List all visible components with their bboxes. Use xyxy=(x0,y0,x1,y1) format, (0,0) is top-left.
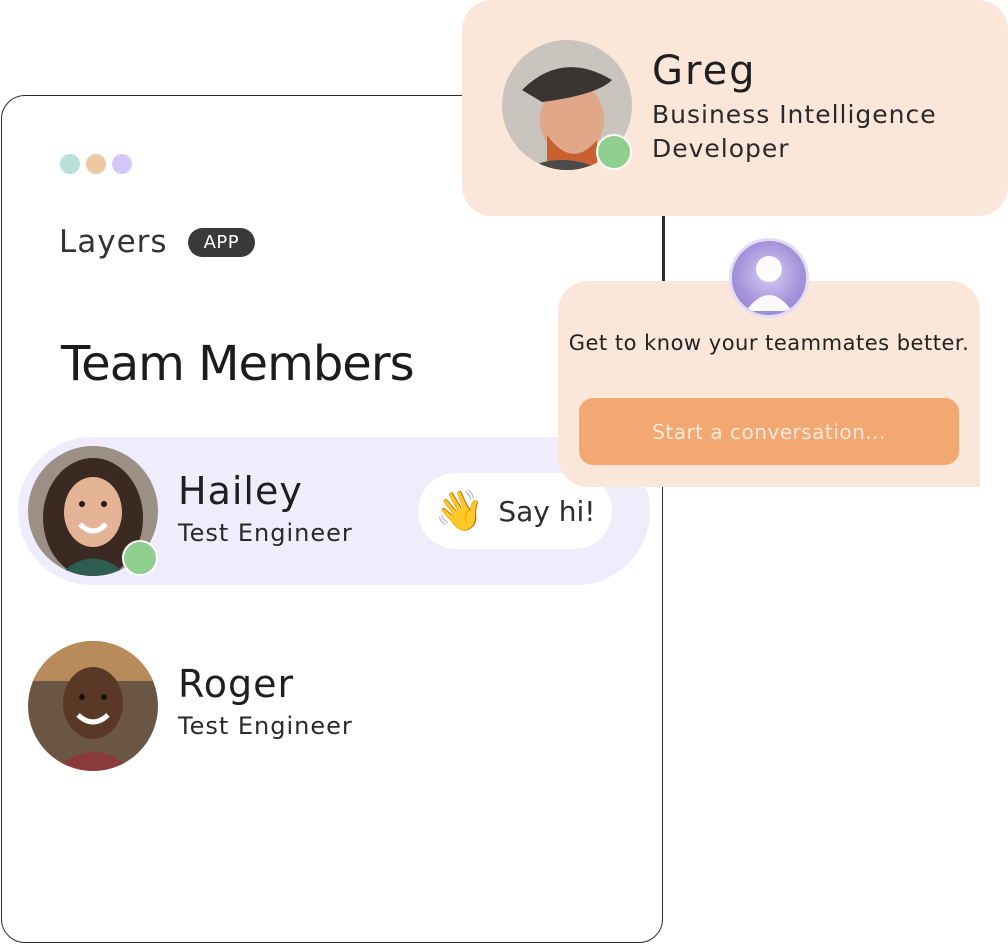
member-info: Hailey Test Engineer xyxy=(178,469,353,547)
person-placeholder-icon xyxy=(729,238,809,318)
online-status-indicator xyxy=(122,540,158,576)
waving-hand-icon: 👋 xyxy=(434,488,485,534)
profile-name: Greg xyxy=(652,48,757,94)
member-row-hailey[interactable]: Hailey Test Engineer 👋 Say hi! xyxy=(18,437,650,585)
brand-name: Layers xyxy=(59,224,168,260)
member-name: Roger xyxy=(178,662,295,706)
window-dot-teal[interactable] xyxy=(60,154,80,174)
profile-card-greg[interactable]: Greg Business Intelligence Developer xyxy=(462,0,1008,216)
avatar-photo xyxy=(28,641,158,771)
start-conversation-input[interactable] xyxy=(579,398,959,465)
online-status-indicator xyxy=(596,134,632,170)
say-hi-label: Say hi! xyxy=(498,494,596,528)
member-role: Test Engineer xyxy=(178,711,353,740)
connector-line xyxy=(663,210,665,282)
window-controls xyxy=(60,154,132,174)
avatar-roger[interactable] xyxy=(28,641,158,771)
avatar-greg[interactable] xyxy=(502,40,632,170)
brand: Layers APP xyxy=(59,224,256,260)
member-role: Test Engineer xyxy=(178,518,353,547)
member-info: Roger Test Engineer xyxy=(178,662,353,740)
member-name: Hailey xyxy=(178,469,303,513)
brand-badge: APP xyxy=(187,227,256,257)
profile-role: Business Intelligence Developer xyxy=(652,100,937,163)
page-title: Team Members xyxy=(61,336,415,392)
avatar-hailey[interactable] xyxy=(28,446,158,576)
conversation-prompt: Get to know your teammates better. xyxy=(568,331,970,355)
window-dot-lavender[interactable] xyxy=(112,154,132,174)
window-dot-peach[interactable] xyxy=(86,154,106,174)
member-row-roger[interactable]: Roger Test Engineer xyxy=(18,641,650,771)
